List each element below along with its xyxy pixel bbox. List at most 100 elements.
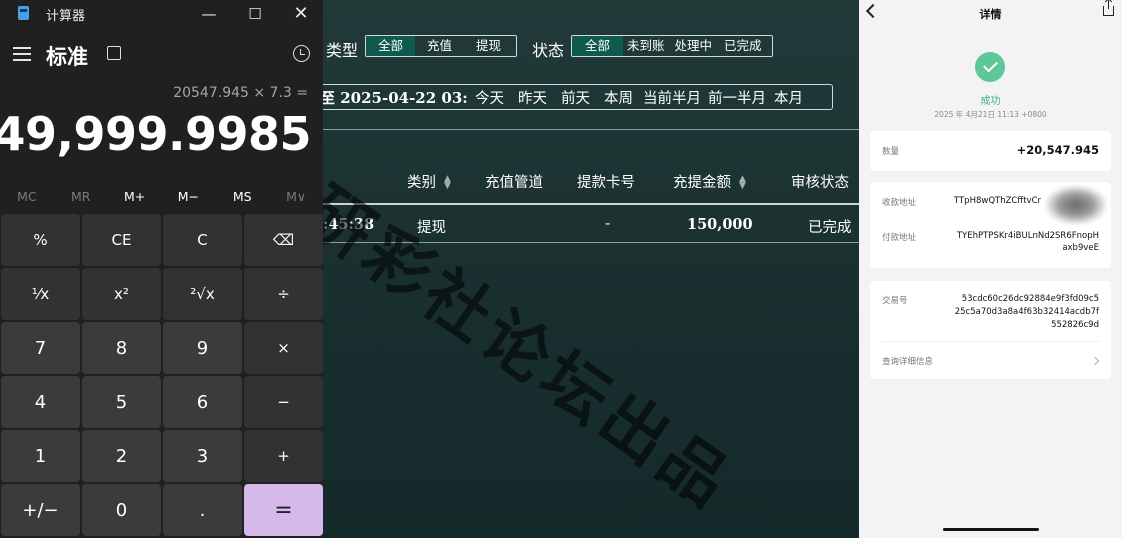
- column-header-review-status: 审核状态: [791, 175, 849, 191]
- status-filter: 全部 未到账 处理中 已完成: [571, 35, 773, 57]
- date-range-input[interactable]: 至 2025-04-22 03:00:0: [323, 87, 468, 108]
- calculator-mode-title: 标准: [46, 45, 88, 69]
- success-check-icon: [975, 52, 1005, 82]
- transaction-card: 交易号 53cdc60c26dc92884e9f3fd09c5 25c5a70d…: [870, 281, 1111, 379]
- digit-4-button[interactable]: 4: [1, 376, 80, 428]
- card-divider: [882, 341, 1099, 342]
- digit-8-button[interactable]: 8: [82, 322, 161, 374]
- row-amount: 150,000: [687, 216, 753, 233]
- calculator-titlebar: 计算器 — ☐ ✕: [0, 0, 323, 28]
- redacted-blur: [1046, 186, 1106, 224]
- square-root-button[interactable]: ²√x: [163, 268, 242, 320]
- calculator-title: 计算器: [46, 9, 86, 24]
- view-details-link[interactable]: 查询详细信息: [882, 355, 933, 367]
- memory-store-button[interactable]: MS: [215, 184, 269, 210]
- quick-range-day-before[interactable]: 前天: [554, 87, 597, 108]
- type-filter-label: 类型: [326, 41, 359, 60]
- quantity-label: 数量: [882, 147, 900, 157]
- digit-1-button[interactable]: 1: [1, 430, 80, 482]
- calculator-window: 计算器 — ☐ ✕ 标准 20547.945 × 7.3 = 149,999.9…: [0, 0, 323, 538]
- quantity-card: 数量 +20,547.945: [870, 131, 1111, 171]
- memory-list-button[interactable]: M∨: [269, 184, 323, 210]
- tx-hash-line-2[interactable]: 25c5a70d3a8a4f63b32414acdb7f: [955, 307, 1099, 317]
- status-option-all[interactable]: 全部: [572, 36, 624, 56]
- status-option-processing[interactable]: 处理中: [669, 36, 719, 56]
- percent-button[interactable]: %: [1, 214, 80, 266]
- digit-5-button[interactable]: 5: [82, 376, 161, 428]
- type-option-all[interactable]: 全部: [366, 36, 416, 56]
- column-header-category[interactable]: 类别 ▲ ▼: [407, 171, 451, 192]
- page-title: 详情: [979, 8, 1002, 21]
- row-status: 已完成: [808, 220, 852, 236]
- backspace-button[interactable]: ⌫: [244, 214, 323, 266]
- plus-button[interactable]: +: [244, 430, 323, 482]
- minus-button[interactable]: −: [244, 376, 323, 428]
- row-card: -: [605, 216, 611, 232]
- decimal-button[interactable]: .: [163, 484, 242, 536]
- calculator-app-icon: [18, 6, 29, 20]
- history-icon[interactable]: [293, 45, 310, 62]
- status-option-pending[interactable]: 未到账: [623, 36, 669, 56]
- detail-header: 详情: [859, 0, 1122, 28]
- negate-button[interactable]: +/−: [1, 484, 80, 536]
- tx-hash-label: 交易号: [882, 296, 908, 306]
- calculator-display: 149,999.9985: [0, 107, 312, 161]
- digit-2-button[interactable]: 2: [82, 430, 161, 482]
- column-header-card: 提款卡号: [577, 175, 635, 191]
- digit-0-button[interactable]: 0: [82, 484, 161, 536]
- status-filter-label: 状态: [532, 41, 565, 60]
- quick-range-this-month[interactable]: 本月: [770, 87, 807, 108]
- memory-add-button[interactable]: M+: [108, 184, 162, 210]
- pay-address-line-1[interactable]: TYEhPTPSKr4iBULnNd2SR6FnopH: [957, 231, 1099, 241]
- quick-range-this-week[interactable]: 本周: [597, 87, 640, 108]
- keypad: % CE C ⌫ ¹⁄x x² ²√x ÷ 7 8 9 × 4 5 6 − 1 …: [1, 214, 323, 536]
- quantity-value: +20,547.945: [1016, 143, 1099, 157]
- sort-icon[interactable]: ▲ ▼: [739, 175, 746, 191]
- memory-row: MC MR M+ M− MS M∨: [0, 184, 323, 210]
- address-card: 收款地址 TTpH8wQThZCfftvCr 付款地址 TYEhPTPSKr4i…: [870, 182, 1111, 268]
- date-range-bar: 至 2025-04-22 03:00:0 今天 昨天 前天 本周 当前半月 前一…: [323, 84, 833, 110]
- memory-clear-button[interactable]: MC: [0, 184, 54, 210]
- quick-range-previous-half-month[interactable]: 前一半月: [704, 87, 770, 108]
- quick-range-current-half-month[interactable]: 当前半月: [640, 87, 704, 108]
- tx-hash-line-1[interactable]: 53cdc60c26dc92884e9f3fd09c5: [962, 294, 1099, 304]
- chevron-right-icon[interactable]: [1090, 356, 1100, 366]
- status-text: 成功: [980, 96, 1001, 107]
- records-panel: 类型 全部 充值 提现 状态 全部 未到账 处理中 已完成 至 2025-04-…: [323, 0, 859, 538]
- maximize-icon[interactable]: ☐: [232, 0, 278, 28]
- equals-button[interactable]: =: [244, 484, 323, 536]
- status-option-completed[interactable]: 已完成: [718, 36, 768, 56]
- clear-button[interactable]: C: [163, 214, 242, 266]
- share-icon[interactable]: [1103, 0, 1114, 16]
- hamburger-menu-icon[interactable]: [13, 47, 31, 61]
- receive-address-value[interactable]: TTpH8wQThZCfftvCr: [954, 196, 1041, 206]
- header-divider: [323, 129, 859, 130]
- pay-address-line-2[interactable]: axb9veE: [1062, 243, 1099, 253]
- transaction-detail-screen: 详情 成功 2025 年 4月21日 11:13 +0800 数量 +20,54…: [859, 0, 1122, 538]
- minimize-icon[interactable]: —: [186, 0, 232, 28]
- type-option-withdraw[interactable]: 提现: [464, 36, 513, 56]
- divide-button[interactable]: ÷: [244, 268, 323, 320]
- memory-recall-button[interactable]: MR: [54, 184, 108, 210]
- receive-address-label: 收款地址: [882, 198, 917, 208]
- tx-hash-line-3[interactable]: 552826c9d: [1051, 320, 1099, 330]
- multiply-button[interactable]: ×: [244, 322, 323, 374]
- clear-entry-button[interactable]: CE: [82, 214, 161, 266]
- digit-7-button[interactable]: 7: [1, 322, 80, 374]
- memory-subtract-button[interactable]: M−: [161, 184, 215, 210]
- keep-on-top-icon[interactable]: [107, 46, 121, 60]
- reciprocal-button[interactable]: ¹⁄x: [1, 268, 80, 320]
- digit-3-button[interactable]: 3: [163, 430, 242, 482]
- quick-range-yesterday[interactable]: 昨天: [511, 87, 554, 108]
- sort-icon[interactable]: ▲ ▼: [444, 175, 451, 191]
- column-header-amount[interactable]: 充提金额 ▲ ▼: [673, 171, 746, 192]
- digit-6-button[interactable]: 6: [163, 376, 242, 428]
- square-button[interactable]: x²: [82, 268, 161, 320]
- quick-range-today[interactable]: 今天: [468, 87, 511, 108]
- digit-9-button[interactable]: 9: [163, 322, 242, 374]
- transaction-time: 2025 年 4月21日 11:13 +0800: [934, 110, 1047, 119]
- type-option-deposit[interactable]: 充值: [415, 36, 464, 56]
- column-header-channel: 充值管道: [485, 175, 543, 191]
- calculator-expression: 20547.945 × 7.3 =: [173, 85, 308, 101]
- close-icon[interactable]: ✕: [278, 0, 323, 28]
